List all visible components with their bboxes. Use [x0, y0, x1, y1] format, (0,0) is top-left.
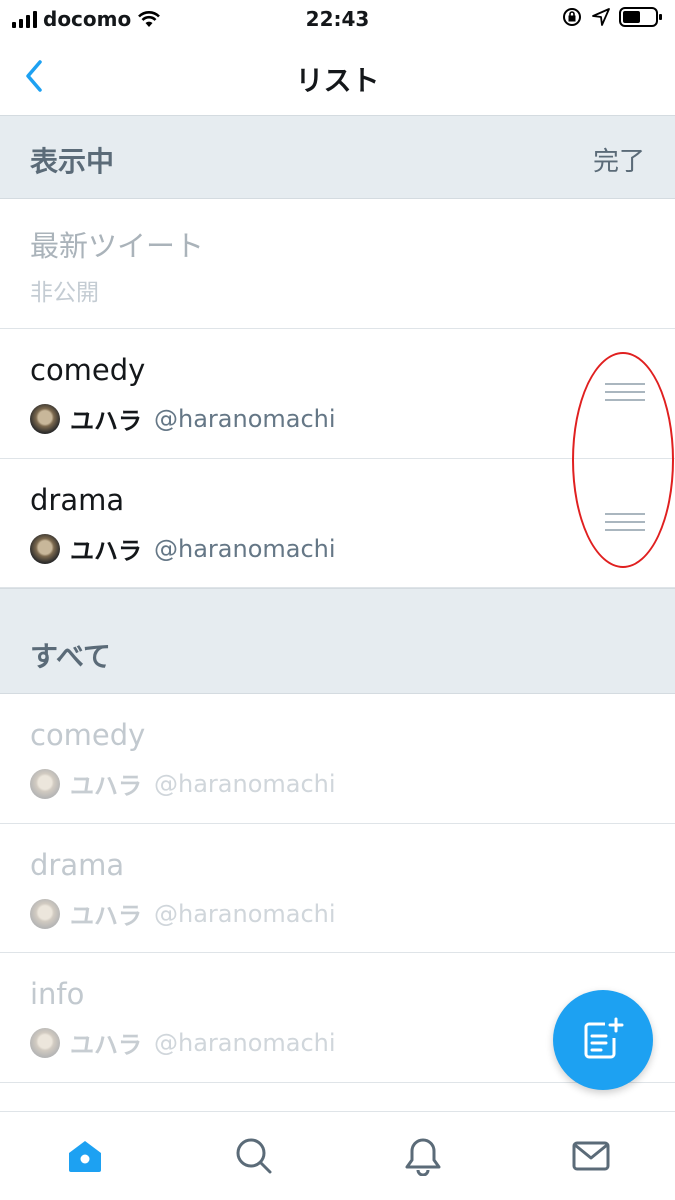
done-button[interactable]: 完了 — [593, 141, 645, 178]
rotation-lock-icon — [563, 8, 581, 26]
list-item-title: drama — [30, 483, 125, 517]
page-title: リスト — [295, 64, 380, 97]
owner-name: ユハラ — [70, 772, 142, 800]
tab-search[interactable] — [234, 1136, 274, 1176]
owner-name: ユハラ — [70, 1031, 142, 1059]
list-item-title: drama — [30, 848, 125, 882]
list-owner: ユハラ @haranomachi — [30, 1025, 336, 1060]
tab-notifications[interactable] — [403, 1136, 443, 1177]
all-section-header: すべて — [0, 588, 675, 694]
all-section-title: すべて — [30, 640, 111, 673]
location-icon — [592, 8, 610, 26]
create-list-button[interactable] — [553, 990, 653, 1090]
status-bar: docomo 22:43 — [0, 0, 675, 38]
list-item-title: 最新ツイート — [30, 229, 205, 263]
mail-icon — [572, 1141, 610, 1171]
avatar — [30, 768, 60, 799]
list-item[interactable]: comedy ユハラ @haranomachi — [0, 694, 675, 824]
owner-name: ユハラ — [70, 537, 142, 565]
list-item-title: comedy — [30, 718, 146, 752]
owner-handle: @haranomachi — [154, 534, 336, 563]
pinned-section-header: 表示中 完了 — [0, 115, 675, 199]
drag-handle-icon[interactable] — [605, 381, 645, 403]
list-owner: ユハラ @haranomachi — [30, 896, 336, 931]
bell-icon — [405, 1138, 441, 1177]
list-item-title: info — [30, 977, 85, 1011]
tab-messages[interactable] — [571, 1136, 611, 1176]
owner-handle: @haranomachi — [154, 1028, 336, 1057]
avatar — [30, 898, 60, 929]
pinned-list-item[interactable]: comedy ユハラ @haranomachi — [0, 329, 675, 459]
owner-handle: @haranomachi — [154, 404, 336, 433]
list-owner: ユハラ @haranomachi — [30, 531, 336, 566]
drag-handle-icon[interactable] — [605, 511, 645, 533]
list-owner: ユハラ @haranomachi — [30, 401, 336, 436]
compose-list-icon — [584, 1017, 624, 1059]
avatar — [30, 533, 60, 564]
home-icon — [69, 1141, 101, 1172]
owner-handle: @haranomachi — [154, 769, 336, 798]
owner-handle: @haranomachi — [154, 899, 336, 928]
list-item[interactable]: drama ユハラ @haranomachi — [0, 824, 675, 953]
tab-home[interactable] — [65, 1136, 105, 1176]
search-icon — [236, 1138, 272, 1174]
list-item-latest-tweets[interactable]: 最新ツイート 非公開 — [0, 199, 675, 329]
avatar — [30, 1027, 60, 1058]
avatar — [30, 403, 60, 434]
list-item-subtitle: 非公開 — [30, 280, 99, 306]
tab-bar — [0, 1111, 675, 1200]
owner-name: ユハラ — [70, 407, 142, 435]
owner-name: ユハラ — [70, 902, 142, 930]
nav-bar: リスト — [0, 38, 675, 115]
list-owner: ユハラ @haranomachi — [30, 766, 336, 801]
pinned-list-item[interactable]: drama ユハラ @haranomachi — [0, 459, 675, 588]
pinned-section-title: 表示中 — [30, 145, 115, 178]
list-item-title: comedy — [30, 353, 146, 387]
battery-icon — [619, 7, 662, 27]
